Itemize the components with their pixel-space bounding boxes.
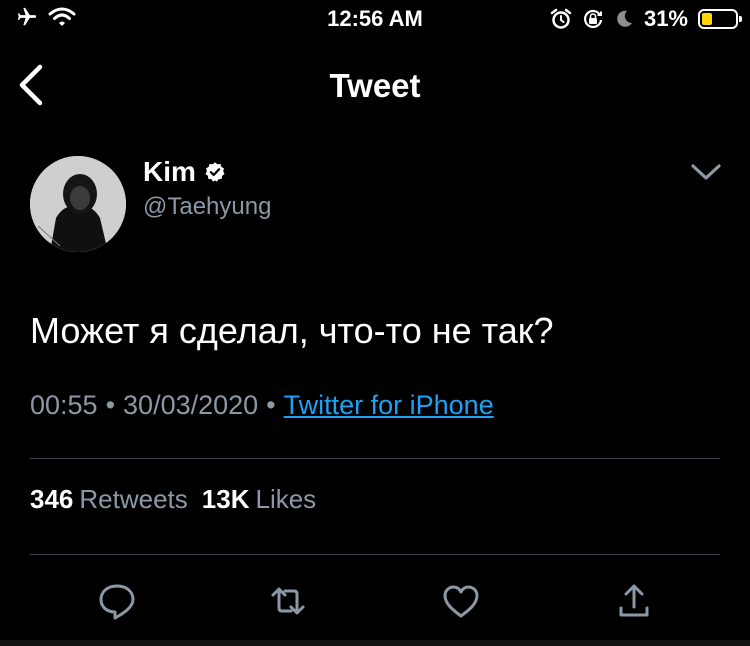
reply-icon[interactable] xyxy=(97,581,137,621)
battery-level xyxy=(702,13,712,25)
tweet-stats: 346 Retweets 13K Likes xyxy=(30,484,330,515)
avatar[interactable] xyxy=(30,156,126,252)
avatar-image xyxy=(30,156,126,252)
author-name: Kim xyxy=(143,156,196,187)
like-count[interactable]: 13K xyxy=(202,484,250,514)
retweet-icon[interactable] xyxy=(268,581,308,621)
moon-icon xyxy=(617,10,632,27)
battery-percentage: 31% xyxy=(643,6,688,31)
tweet-time: 00:55 xyxy=(30,390,98,420)
bottom-edge xyxy=(0,640,750,646)
nav-bar: Tweet xyxy=(0,55,750,115)
status-bar: 12:56 AM 31% xyxy=(0,0,750,40)
meta-separator: • xyxy=(266,390,276,420)
battery-tip xyxy=(739,16,742,22)
orientation-lock-icon xyxy=(583,9,603,29)
tweet-meta: 00:55 • 30/03/2020 • Twitter for iPhone xyxy=(30,390,494,421)
retweet-count[interactable]: 346 xyxy=(30,484,73,514)
alarm-icon xyxy=(550,8,572,29)
action-bar xyxy=(0,578,750,624)
divider xyxy=(30,554,720,555)
meta-separator: • xyxy=(105,390,116,420)
chevron-down-icon[interactable] xyxy=(690,162,722,184)
author-name-row[interactable]: Kim xyxy=(143,156,226,188)
divider xyxy=(30,458,720,459)
like-icon[interactable] xyxy=(441,581,481,621)
tweet-date: 30/03/2020 xyxy=(123,390,259,420)
tweet-text: Может я сделал, что-то не так? xyxy=(30,310,554,351)
retweets-label[interactable]: Retweets xyxy=(79,484,187,514)
page-title: Tweet xyxy=(329,67,421,104)
status-right: 31% xyxy=(550,6,742,32)
share-icon[interactable] xyxy=(614,581,654,621)
battery-icon xyxy=(698,9,742,29)
author-handle[interactable]: @Taehyung xyxy=(143,193,271,221)
tweet-source-link[interactable]: Twitter for iPhone xyxy=(284,390,494,420)
likes-label[interactable]: Likes xyxy=(255,484,316,514)
verified-badge-icon xyxy=(205,162,225,182)
